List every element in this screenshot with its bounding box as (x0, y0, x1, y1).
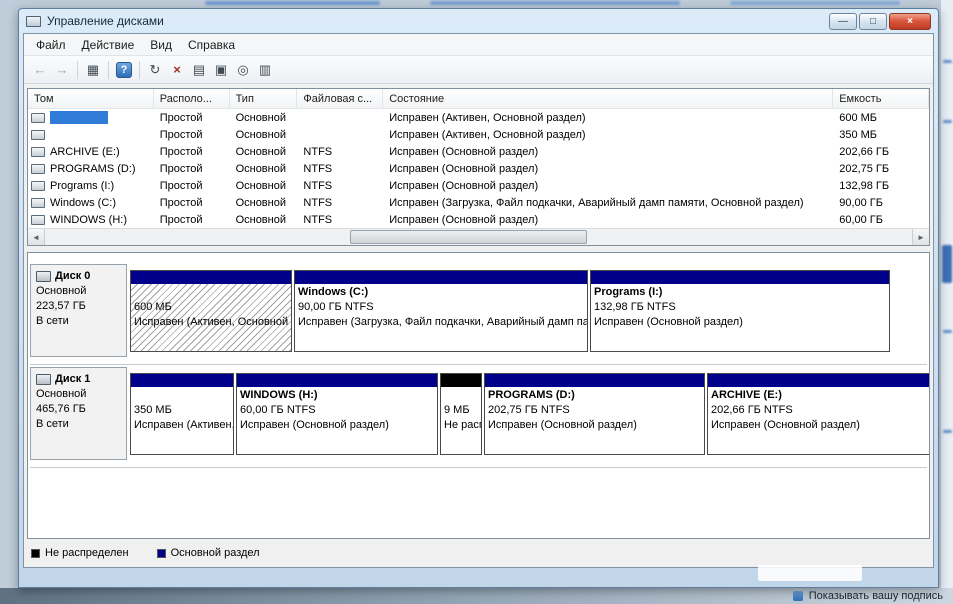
drive-icon (31, 147, 45, 157)
drive-icon (31, 181, 45, 191)
disk-management-window: Управление дисками — □ × Файл Действие В… (18, 8, 939, 588)
menu-view[interactable]: Вид (142, 36, 180, 54)
volume-row-programs-i[interactable]: Programs (I:) Простой Основной NTFS Испр… (28, 177, 929, 194)
window-title: Управление дисками (47, 14, 164, 28)
column-header-type[interactable]: Тип (230, 89, 298, 108)
primary-partition-color-swatch (157, 549, 166, 558)
minimize-button[interactable]: — (829, 13, 857, 30)
legend-unallocated: Не распределен (31, 547, 129, 559)
maximize-button[interactable]: □ (859, 13, 887, 30)
menu-file[interactable]: Файл (28, 36, 74, 54)
desktop-artifact (205, 1, 380, 5)
toolbar-separator (77, 61, 78, 79)
legend: Не распределен Основной раздел (31, 547, 930, 559)
partition-windows-c[interactable]: Windows (C:) 90,00 ГБ NTFS Исправен (Заг… (294, 270, 588, 352)
partition-strip-0: 600 МБ Исправен (Активен, Основной разде… (130, 264, 927, 364)
properties-icon[interactable]: ▤ (188, 60, 210, 80)
toolbar-separator (108, 61, 109, 79)
scroll-left-icon[interactable]: ◄ (28, 229, 45, 245)
disk-info-0[interactable]: Диск 0 Основной 223,57 ГБ В сети (30, 264, 127, 357)
volume-row-windows-h[interactable]: WINDOWS (H:) Простой Основной NTFS Испра… (28, 211, 929, 228)
toolbar: ← → ▦ ? ↻ × ▤ ▣ ◎ ▥ (24, 56, 933, 84)
scrollbar-thumb[interactable] (350, 230, 587, 244)
partition-windows-h[interactable]: WINDOWS (H:) 60,00 ГБ NTFS Исправен (Осн… (236, 373, 438, 455)
disk-row-1: Диск 1 Основной 465,76 ГБ В сети 350 МБ (30, 367, 927, 468)
volume-row-system-600mb[interactable]: Простой Основной Исправен (Активен, Осно… (28, 109, 929, 126)
partition-archive-e[interactable]: ARCHIVE (E:) 202,66 ГБ NTFS Исправен (Ос… (707, 373, 930, 455)
toolbar-separator (139, 61, 140, 79)
desktop-artifact (730, 1, 900, 5)
disk-row-0: Диск 0 Основной 223,57 ГБ В сети 600 МБ (30, 264, 927, 365)
partition-color-bar (591, 271, 889, 284)
main-area: Том Располо... Тип Файловая с... Состоян… (24, 84, 933, 567)
partition-color-bar (295, 271, 587, 284)
partition-color-bar (708, 374, 930, 387)
volume-row-system-350mb[interactable]: Простой Основной Исправен (Активен, Осно… (28, 126, 929, 143)
desktop-artifact (758, 565, 862, 581)
window-bottom-frame (23, 568, 934, 583)
censored-volume-label (50, 111, 108, 124)
volume-row-windows-c[interactable]: Windows (C:) Простой Основной NTFS Испра… (28, 194, 929, 211)
disk-view-icon[interactable]: ▥ (254, 60, 276, 80)
partition-programs-d[interactable]: PROGRAMS (D:) 202,75 ГБ NTFS Исправен (О… (484, 373, 705, 455)
partition-system-600mb[interactable]: 600 МБ Исправен (Активен, Основной разде… (130, 270, 292, 352)
window-client-area: Файл Действие Вид Справка ← → ▦ ? ↻ × ▤ … (23, 33, 934, 568)
partition-strip-1: 350 МБ Исправен (Активен, Основной разде… (130, 367, 930, 467)
signature-icon (793, 591, 803, 601)
legend-primary-partition: Основной раздел (157, 547, 260, 559)
drive-icon (31, 130, 45, 140)
forward-icon[interactable]: → (51, 60, 73, 80)
scrollbar-track[interactable] (45, 229, 912, 245)
column-header-layout[interactable]: Располо... (154, 89, 230, 108)
find-icon[interactable]: ◎ (232, 60, 254, 80)
partition-system-350mb[interactable]: 350 МБ Исправен (Активен, Основной разде… (130, 373, 234, 455)
open-folder-icon[interactable]: ▣ (210, 60, 232, 80)
delete-icon[interactable]: × (166, 60, 188, 80)
column-header-capacity[interactable]: Емкость (833, 89, 929, 108)
disk-info-1[interactable]: Диск 1 Основной 465,76 ГБ В сети (30, 367, 127, 460)
console-tree-icon[interactable]: ▦ (82, 60, 104, 80)
table-header: Том Располо... Тип Файловая с... Состоян… (28, 89, 929, 109)
help-icon[interactable]: ? (116, 62, 132, 78)
unallocated-color-swatch (31, 549, 40, 558)
background-text: Показывать вашу подпись (809, 590, 943, 602)
partition-color-bar (131, 271, 291, 284)
graphical-view: Диск 0 Основной 223,57 ГБ В сети 600 МБ (27, 252, 930, 539)
column-header-volume[interactable]: Том (28, 89, 154, 108)
partition-color-bar (237, 374, 437, 387)
desktop: Показывать вашу подпись Управление диска… (0, 0, 953, 604)
volume-row-archive-e[interactable]: ARCHIVE (E:) Простой Основной NTFS Испра… (28, 143, 929, 160)
partition-unallocated-9mb[interactable]: 9 МБ Не распределен (440, 373, 482, 455)
partition-programs-i[interactable]: Programs (I:) 132,98 ГБ NTFS Исправен (О… (590, 270, 890, 352)
desktop-artifact (430, 1, 680, 5)
drive-icon (31, 113, 45, 123)
volume-list: Том Располо... Тип Файловая с... Состоян… (27, 88, 930, 246)
refresh-icon[interactable]: ↻ (144, 60, 166, 80)
partition-color-bar (441, 374, 481, 387)
menu-bar: Файл Действие Вид Справка (24, 34, 933, 56)
drive-icon (31, 164, 45, 174)
back-icon[interactable]: ← (29, 60, 51, 80)
menu-action[interactable]: Действие (74, 36, 143, 54)
menu-help[interactable]: Справка (180, 36, 243, 54)
desktop-artifact (941, 0, 953, 604)
drive-icon (31, 215, 45, 225)
partition-color-bar (131, 374, 233, 387)
window-icon (26, 16, 41, 27)
partition-color-bar (485, 374, 704, 387)
horizontal-scrollbar[interactable]: ◄ ► (28, 228, 929, 245)
disk-icon (36, 271, 51, 282)
volume-row-programs-d[interactable]: PROGRAMS (D:) Простой Основной NTFS Испр… (28, 160, 929, 177)
scroll-right-icon[interactable]: ► (912, 229, 929, 245)
column-header-status[interactable]: Состояние (383, 89, 833, 108)
disk-icon (36, 374, 51, 385)
titlebar[interactable]: Управление дисками — □ × (23, 9, 934, 33)
background-taskbar: Показывать вашу подпись (0, 588, 953, 604)
drive-icon (31, 198, 45, 208)
close-button[interactable]: × (889, 13, 931, 30)
column-header-filesystem[interactable]: Файловая с... (297, 89, 383, 108)
